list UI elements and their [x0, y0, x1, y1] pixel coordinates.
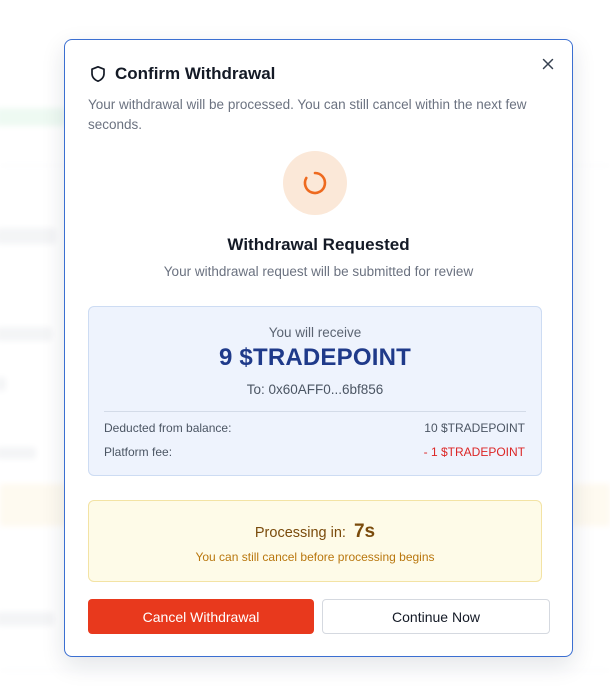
- countdown-seconds: 7s: [353, 521, 376, 542]
- deducted-row: Deducted from balance: 10 $TRADEPOINT: [104, 421, 525, 435]
- fee-value: - 1 $TRADEPOINT: [423, 445, 525, 459]
- processing-label: Processing in:: [254, 525, 346, 541]
- receive-amount: 9 $TRADEPOINT: [219, 344, 411, 371]
- summary-divider: [104, 411, 526, 412]
- fee-row: Platform fee: - 1 $TRADEPOINT: [104, 445, 525, 459]
- dialog-header: Confirm Withdrawal: [89, 64, 275, 84]
- cancel-withdrawal-button[interactable]: Cancel Withdrawal: [88, 599, 314, 634]
- fee-label: Platform fee:: [104, 445, 173, 459]
- processing-line: Processing in: 7s: [89, 521, 541, 543]
- deducted-value: 10 $TRADEPOINT: [424, 421, 525, 435]
- confirm-withdrawal-dialog: Confirm Withdrawal Your withdrawal will …: [64, 39, 573, 657]
- deducted-label: Deducted from balance:: [104, 421, 232, 435]
- shield-icon: [91, 65, 105, 83]
- dialog-title: Confirm Withdrawal: [115, 64, 276, 83]
- spinner-icon: [303, 171, 327, 195]
- continue-now-button[interactable]: Continue Now: [322, 599, 550, 634]
- status-title: Withdrawal Requested: [227, 235, 410, 254]
- close-icon: [542, 58, 554, 70]
- status-subtitle: Your withdrawal request will be submitte…: [163, 264, 474, 279]
- destination-address: To: 0x60AFF0...6bf856: [246, 382, 384, 397]
- processing-countdown-card: Processing in: 7s You can still cancel b…: [88, 500, 542, 582]
- close-button[interactable]: [538, 54, 558, 74]
- status-spinner: [283, 151, 347, 215]
- receive-label: You will receive: [268, 325, 362, 340]
- receive-summary-card: You will receive 9 $TRADEPOINT To: 0x60A…: [88, 306, 542, 476]
- processing-note: You can still cancel before processing b…: [195, 550, 435, 564]
- dialog-description: Your withdrawal will be processed. You c…: [88, 97, 527, 132]
